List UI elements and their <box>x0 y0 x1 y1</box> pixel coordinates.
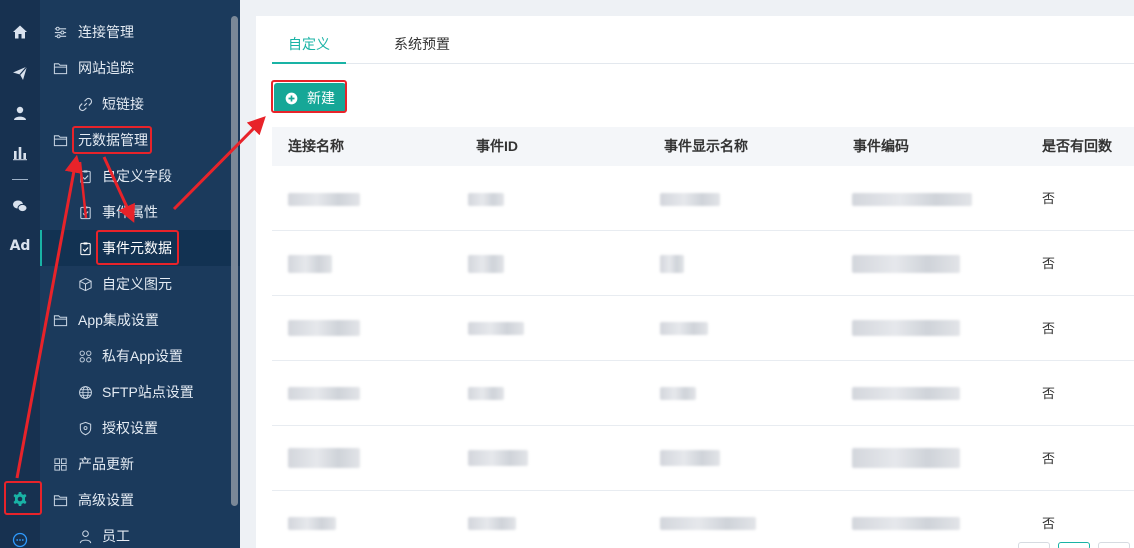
column-event-display-name[interactable]: 事件显示名称 <box>664 127 748 166</box>
returns-cell: 否 <box>1042 191 1056 206</box>
returns-cell: 否 <box>1042 256 1056 271</box>
wechat-icon[interactable] <box>0 194 40 218</box>
folder-icon <box>52 60 68 76</box>
column-event-id[interactable]: 事件ID <box>476 127 518 166</box>
sidebar-menu: 连接管理 网站追踪 短链接 元数据管理 自定义字段 事件属性 事件元数据 自定义… <box>40 0 240 548</box>
blurred-cell <box>288 320 360 336</box>
menu-item-sftp[interactable]: SFTP站点设置 <box>40 374 240 410</box>
table-row[interactable]: 否 <box>272 426 1134 491</box>
link-icon <box>77 96 93 112</box>
blurred-cell <box>468 193 504 206</box>
blurred-cell <box>852 255 960 273</box>
clipboard-icon <box>77 168 93 184</box>
pagination-next[interactable] <box>1098 542 1130 548</box>
blurred-cell <box>468 387 504 400</box>
menu-item-product-updates[interactable]: 产品更新 <box>40 446 240 482</box>
blurred-cell <box>660 387 696 400</box>
blurred-cell <box>852 387 960 400</box>
blurred-cell <box>852 320 960 336</box>
annotation-box-new-button <box>271 80 347 113</box>
blurred-cell <box>660 517 756 530</box>
blurred-cell <box>288 517 336 530</box>
blurred-cell <box>852 448 960 468</box>
returns-cell: 否 <box>1042 386 1056 401</box>
user-icon[interactable] <box>0 101 40 125</box>
menu-item-advanced-settings[interactable]: 高级设置 <box>40 482 240 518</box>
folder-icon <box>52 312 68 328</box>
tab-system-preset[interactable]: 系统预置 <box>394 32 464 64</box>
send-icon[interactable] <box>0 61 40 85</box>
user-icon <box>77 528 93 544</box>
table-row[interactable]: 否 <box>272 361 1134 426</box>
blurred-cell <box>468 322 524 335</box>
menu-item-app-integration[interactable]: App集成设置 <box>40 302 240 338</box>
folder-icon <box>52 492 68 508</box>
main-content: 自定义 系统预置 新建 连接名称 事件ID 事件显示名称 事件编码 是否有回数 … <box>256 16 1134 548</box>
menu-item-authorization[interactable]: 授权设置 <box>40 410 240 446</box>
menu-item-custom-elements[interactable]: 自定义图元 <box>40 266 240 302</box>
grid-icon <box>52 456 68 472</box>
blurred-cell <box>468 450 528 466</box>
blurred-cell <box>468 517 516 530</box>
tab-bar: 自定义 系统预置 <box>272 32 1134 64</box>
blurred-cell <box>288 387 360 400</box>
returns-cell: 否 <box>1042 516 1056 531</box>
ad-icon[interactable]: Ad <box>0 234 40 258</box>
chat-icon[interactable] <box>0 528 40 548</box>
events-table: 连接名称 事件ID 事件显示名称 事件编码 是否有回数 否 否 否 否 否 否 <box>272 127 1134 548</box>
cube-icon <box>77 276 93 292</box>
blurred-cell <box>852 517 960 530</box>
folder-icon <box>52 132 68 148</box>
menu-item-custom-fields[interactable]: 自定义字段 <box>40 158 240 194</box>
menu-item-site-tracking[interactable]: 网站追踪 <box>40 50 240 86</box>
column-connection-name[interactable]: 连接名称 <box>288 127 344 166</box>
annotation-box-gear <box>4 481 42 515</box>
pagination-current[interactable] <box>1058 542 1090 548</box>
menu-item-private-app[interactable]: 私有App设置 <box>40 338 240 374</box>
blurred-cell <box>660 322 708 335</box>
globe-icon <box>77 384 93 400</box>
menu-item-event-properties[interactable]: 事件属性 <box>40 194 240 230</box>
nodes-icon <box>77 348 93 364</box>
menu-item-connections[interactable]: 连接管理 <box>40 14 240 50</box>
home-icon[interactable] <box>0 20 40 44</box>
blurred-cell <box>660 255 684 273</box>
sliders-icon <box>52 24 68 40</box>
table-row[interactable]: 否 <box>272 491 1134 548</box>
annotation-box-metadata <box>72 126 152 154</box>
shield-icon <box>77 420 93 436</box>
blurred-cell <box>288 448 360 468</box>
blurred-cell <box>288 193 360 206</box>
clipboard-icon <box>77 240 93 256</box>
blurred-cell <box>660 193 720 206</box>
icon-rail: Ad <box>0 0 40 548</box>
clipboard-icon <box>77 204 93 220</box>
menu-item-short-link[interactable]: 短链接 <box>40 86 240 122</box>
blurred-cell <box>660 450 720 466</box>
blurred-cell <box>852 193 972 206</box>
column-event-code[interactable]: 事件编码 <box>853 127 909 166</box>
sidebar-scrollbar[interactable] <box>231 16 238 506</box>
rail-divider <box>12 179 28 180</box>
column-has-returns[interactable]: 是否有回数 <box>1042 127 1112 166</box>
table-row[interactable]: 否 <box>272 231 1134 296</box>
returns-cell: 否 <box>1042 451 1056 466</box>
table-header: 连接名称 事件ID 事件显示名称 事件编码 是否有回数 <box>272 127 1134 166</box>
table-row[interactable]: 否 <box>272 296 1134 361</box>
blurred-cell <box>288 255 332 273</box>
table-row[interactable]: 否 <box>272 166 1134 231</box>
returns-cell: 否 <box>1042 321 1056 336</box>
tab-custom[interactable]: 自定义 <box>272 32 346 64</box>
menu-item-staff[interactable]: 员工 <box>40 518 240 548</box>
annotation-box-event-metadata <box>96 230 179 265</box>
pagination-prev[interactable] <box>1018 542 1050 548</box>
bar-chart-icon[interactable] <box>0 141 40 165</box>
blurred-cell <box>468 255 504 273</box>
